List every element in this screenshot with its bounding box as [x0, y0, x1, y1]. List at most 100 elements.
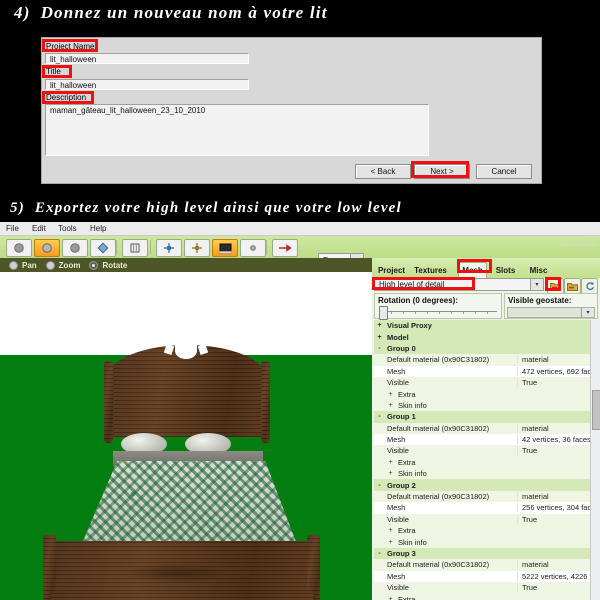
tree-toggle-icon[interactable]: + [385, 539, 396, 546]
description-textarea[interactable]: maman_gâteau_lit_halloween_23_10_2010 [45, 104, 429, 156]
menu-file[interactable]: File [6, 224, 19, 233]
tree-row[interactable]: + Skin info [374, 536, 600, 548]
lod-combo[interactable]: High level of detail ▾ [374, 278, 544, 291]
project-name-input[interactable]: lit_halloween [45, 53, 249, 64]
tree-row[interactable]: Mesh 472 vertices, 692 faces [374, 365, 600, 377]
render-icon[interactable] [212, 239, 238, 257]
tree-row[interactable]: + Visual Proxy [374, 320, 600, 332]
tree-row[interactable]: Visible True [374, 581, 600, 594]
tree-property-name: Default material (0x90C31802) [374, 355, 518, 365]
scrollbar-thumb[interactable] [592, 390, 600, 430]
geostate-combo[interactable]: ▾ [507, 307, 595, 318]
tree-row[interactable]: Visible True [374, 513, 600, 526]
panel-tabstrip: Project Textures Mesh Slots Misc [372, 258, 600, 278]
menu-edit[interactable]: Edit [32, 224, 46, 233]
tree-row[interactable]: Mesh 256 vertices, 304 faces [374, 502, 600, 514]
tree-sub-label: Skin info [398, 400, 427, 410]
tree-property-value: True [522, 583, 538, 593]
tree-sub-label: Extra [398, 526, 416, 536]
tree-property-value: True [522, 514, 538, 524]
tree-toggle-icon[interactable]: + [385, 470, 396, 477]
tree-row[interactable]: + Skin info [374, 399, 600, 412]
tree-toggle-icon[interactable]: + [374, 334, 385, 341]
next-button[interactable]: Next > [414, 164, 470, 179]
mode-radio-zoom[interactable]: Zoom [45, 260, 80, 270]
dot-icon[interactable] [240, 239, 266, 257]
menu-help[interactable]: Help [90, 224, 106, 233]
folder-export-icon[interactable] [564, 278, 581, 294]
tree-toggle-icon[interactable]: + [374, 322, 385, 329]
tree-row[interactable]: + Extra [374, 593, 600, 600]
tab-slots[interactable]: Slots [492, 262, 519, 278]
tree-row[interactable]: - Group 0 [374, 342, 600, 355]
sphere-orange-icon[interactable] [34, 239, 60, 257]
tab-misc[interactable]: Misc [526, 262, 551, 278]
move-axis-icon[interactable] [156, 239, 182, 257]
tree-row[interactable]: Visible True [374, 445, 600, 457]
tree-group-label: Group 1 [387, 412, 416, 422]
tab-textures[interactable]: Textures [410, 262, 451, 278]
scale-axis-icon[interactable] [184, 239, 210, 257]
slider-knob[interactable] [379, 306, 388, 320]
tree-row[interactable]: - Group 2 [374, 479, 600, 491]
tree-row[interactable]: Mesh 42 vertices, 36 faces [374, 433, 600, 446]
tree-row[interactable]: Default material (0x90C31802) material [374, 354, 600, 366]
mode-radio-rotate[interactable]: Rotate [89, 260, 127, 270]
tree-group-label: Group 0 [387, 343, 416, 353]
tree-row[interactable]: + Extra [374, 525, 600, 537]
tree-sub-label: Extra [398, 457, 416, 467]
tree-property-value: 472 vertices, 692 faces [522, 366, 600, 376]
tab-project[interactable]: Project [375, 262, 408, 278]
diamond-icon[interactable] [90, 239, 116, 257]
cancel-button[interactable]: Cancel [476, 164, 532, 179]
tree-row[interactable]: Default material (0x90C31802) material [374, 490, 600, 503]
menu-tools[interactable]: Tools [58, 224, 77, 233]
arrow-icon[interactable] [272, 239, 298, 257]
tree-row[interactable]: Default material (0x90C31802) material [374, 422, 600, 434]
back-button[interactable]: < Back [355, 164, 411, 179]
tree-property-value: 42 vertices, 36 faces [522, 435, 591, 445]
mesh-tree-list[interactable]: + Visual Proxy + Model - Group 0 Default mater… [374, 320, 600, 600]
tree-scrollbar[interactable] [590, 320, 600, 600]
rotation-slider[interactable] [379, 306, 497, 320]
tree-row[interactable]: + Extra [374, 456, 600, 469]
sphere-grey-icon[interactable] [6, 239, 32, 257]
tree-row[interactable]: Mesh 5222 vertices, 4226 faces [374, 570, 600, 582]
tree-row[interactable]: - Group 1 [374, 411, 600, 423]
tab-mesh[interactable]: Mesh [458, 262, 487, 278]
tree-property-name: Visible [374, 446, 518, 456]
refresh-icon[interactable] [581, 278, 598, 294]
tree-property-value: True [522, 446, 538, 456]
tree-property-name: Default material (0x90C31802) [374, 423, 518, 433]
tree-property-name: Visible [374, 514, 518, 524]
mode-radio-pan[interactable]: Pan [9, 260, 37, 270]
chevron-down-icon[interactable]: ▾ [530, 279, 543, 290]
tree-toggle-icon[interactable]: + [385, 391, 396, 398]
tree-row[interactable]: + Extra [374, 388, 600, 400]
tree-toggle-icon[interactable]: + [385, 596, 396, 600]
folder-import-icon[interactable] [547, 278, 564, 294]
tree-toggle-icon[interactable]: - [374, 550, 385, 557]
title-input[interactable]: lit_halloween [45, 79, 249, 90]
tree-toggle-icon[interactable]: + [385, 459, 396, 466]
tree-row[interactable]: - Group 3 [374, 547, 600, 560]
grid-icon[interactable] [122, 239, 148, 257]
3d-viewport[interactable] [0, 272, 372, 600]
tree-property-name: Mesh [374, 571, 518, 581]
tree-row[interactable]: + Model [374, 331, 600, 343]
tree-toggle-icon[interactable]: + [385, 402, 396, 409]
menu-bar: File Edit Tools Help [0, 222, 600, 236]
chevron-down-icon[interactable]: ▾ [581, 308, 594, 317]
tree-toggle-icon[interactable]: - [374, 482, 385, 489]
tree-property-name: Visible [374, 378, 518, 388]
rotation-label: Rotation (0 degrees): [378, 296, 459, 305]
tree-row[interactable]: + Skin info [374, 468, 600, 480]
tree-row[interactable]: Default material (0x90C31802) material [374, 559, 600, 571]
sphere-shaded-icon[interactable] [62, 239, 88, 257]
tree-toggle-icon[interactable]: + [385, 527, 396, 534]
tree-row[interactable]: Visible True [374, 376, 600, 389]
tree-property-name: Default material (0x90C31802) [374, 560, 518, 570]
tree-toggle-icon[interactable]: - [374, 345, 385, 352]
tree-toggle-icon[interactable]: - [374, 413, 385, 420]
tree-group-label: Group 3 [387, 549, 416, 558]
